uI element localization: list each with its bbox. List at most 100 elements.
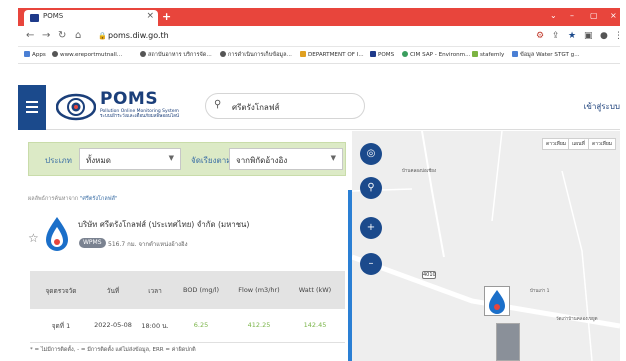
hamburger-menu-icon[interactable] (18, 85, 46, 130)
road-number-shield: 4010 (422, 271, 436, 279)
map-type-toggle-2[interactable]: แผนที่ (568, 138, 589, 150)
query-link[interactable]: "ศรีตรังโกลฟส์" (80, 196, 118, 202)
marker-logo-icon (489, 290, 505, 314)
factory-map-marker[interactable] (484, 286, 510, 316)
maximize-button[interactable]: ▢ (590, 11, 598, 20)
search-input[interactable]: ⚲ ศรีตรังโกลฟส์ (205, 93, 365, 119)
bookmark-food-institute[interactable]: สถาบันอาหาร บริการจัด... (140, 51, 212, 59)
tab-search-icon[interactable]: ⌄ (550, 11, 557, 20)
results-panel: ประเภท ทั้งหมด ▼ จัดเรียงตาม จากพิกัดอ้า… (18, 131, 352, 361)
map-search-icon[interactable]: ⚲ (360, 177, 382, 199)
extensions-icon[interactable]: ▣ (584, 31, 593, 41)
globe-icon (52, 51, 58, 57)
url-field[interactable]: poms.diw.go.th (108, 31, 169, 40)
bookmark-water[interactable]: ข้อมูล Water STGT g... (512, 51, 580, 59)
sort-select-value: จากพิกัดอ้างอิง (236, 156, 288, 165)
chevron-down-icon: ▼ (330, 154, 336, 162)
search-value: ศรีตรังโกลฟส์ (232, 103, 280, 112)
street-photo-thumbnail[interactable] (496, 323, 520, 361)
company-name[interactable]: บริษัท ศรีตรังโกลฟส์ (ประเทศไทย) จำกัด (… (78, 219, 249, 231)
poms-icon (370, 51, 376, 57)
logo-subtitle: Pollution Online Monitoring System ระบบเฝ… (100, 109, 179, 119)
translate-icon[interactable]: ⚙ (536, 31, 544, 41)
search-icon: ⚲ (214, 99, 222, 110)
cell-bod: 6.25 (193, 321, 209, 329)
cell-station: จุดที่ 1 (51, 322, 71, 330)
menu-dots-icon[interactable]: ⋮ (614, 31, 623, 41)
cim-icon (402, 51, 408, 57)
site-header: POMS Pollution Online Monitoring System ร… (18, 85, 620, 130)
zoom-out-icon[interactable]: – (360, 253, 382, 275)
chevron-down-icon: ▼ (168, 154, 174, 162)
zoom-in-icon[interactable]: + (360, 217, 382, 239)
page: { "browser": { "tab_title": "POMS", "tab… (0, 0, 626, 361)
poms-logo-icon (56, 93, 96, 121)
bookmark-department[interactable]: DEPARTMENT OF I... (300, 51, 364, 58)
table-legend-note: * = ไม่มีการติดตั้ง, - = มีการติดตั้ง แต… (30, 347, 196, 353)
sort-select[interactable]: จากพิกัดอ้างอิง ▼ (229, 148, 343, 170)
sort-label: จัดเรียงตาม (191, 156, 232, 165)
cell-flow: 412.25 (247, 321, 271, 329)
poms-favicon-icon (30, 14, 39, 22)
browser-titlebar: POMS × + ⌄ – ▢ × (18, 8, 620, 26)
address-bar: ← → ↻ ⌂ 🔒 poms.diw.go.th ⚙ ⇪ ★ ▣ ● ⋮ (18, 26, 623, 47)
map-label-village-2: บ้านเก่า 1 (530, 289, 550, 294)
map-roads (352, 131, 620, 361)
type-select-value: ทั้งหมด (86, 156, 111, 165)
col-time: เวลา (148, 287, 162, 295)
crop-margin-right (620, 0, 626, 361)
map-type-toggle-3[interactable]: ดาวเทียม (588, 138, 617, 150)
map-type-toggle-1[interactable]: ดาวเทียม (542, 138, 571, 150)
cell-time: 18:00 น. (141, 322, 169, 330)
table-header: จุดตรวจวัด วันที่ เวลา BOD (mg/l) Flow (… (30, 271, 345, 309)
bookmark-poms[interactable]: POMS (370, 51, 394, 58)
filter-bar: ประเภท ทั้งหมด ▼ จัดเรียงตาม จากพิกัดอ้า… (28, 142, 346, 176)
new-tab-button[interactable]: + (162, 10, 171, 23)
share-icon[interactable]: ⇪ (552, 31, 560, 41)
browser-tab[interactable]: POMS × (24, 10, 158, 26)
col-watt: Watt (kW) (298, 286, 332, 294)
distance-text: 516.7 กม. จากตำแหน่งอ้างอิง (108, 241, 188, 248)
profile-icon[interactable]: ● (600, 31, 608, 41)
window-close-button[interactable]: × (610, 11, 617, 20)
bookmark-apps[interactable]: Apps (24, 51, 46, 58)
forward-icon[interactable]: → (42, 30, 50, 41)
bookmark-ereport[interactable]: www.ereportmutnall... (52, 51, 122, 58)
back-icon[interactable]: ← (26, 30, 34, 41)
sheet-icon (472, 51, 478, 57)
favorite-star-icon[interactable]: ☆ (28, 231, 39, 245)
minimize-button[interactable]: – (570, 11, 574, 20)
crop-margin-left (0, 0, 18, 361)
col-bod: BOD (mg/l) (182, 286, 220, 294)
locate-target-icon[interactable]: ◎ (360, 143, 382, 165)
col-flow: Flow (m3/hr) (238, 286, 280, 294)
tab-title: POMS (43, 12, 64, 20)
map-label-village-1: บ้านคลองบ่อเชียง (402, 169, 437, 174)
cell-watt: 142.45 (303, 321, 327, 329)
table-row[interactable]: จุดที่ 1 2022-05-08 18:00 น. 6.25 412.25… (30, 309, 345, 343)
tab-close-icon[interactable]: × (146, 11, 154, 21)
map-view[interactable]: ◎ ⚲ + – ดาวเทียม แผนที่ ดาวเทียม บ้านคลอ… (352, 131, 620, 361)
login-link[interactable]: เข้าสู่ระบบ (584, 100, 620, 113)
bookmark-star-icon[interactable]: ★ (568, 31, 576, 41)
col-station: จุดตรวจวัด (45, 287, 77, 295)
lock-icon: 🔒 (98, 32, 107, 40)
department-icon (300, 51, 306, 57)
globe-icon (140, 51, 146, 57)
apps-grid-icon (24, 51, 30, 57)
bookmark-data-collection[interactable]: การดำเนินการเก็บข้อมูล... (220, 51, 292, 59)
logo-text: POMS (100, 89, 159, 109)
cell-date: 2022-05-08 (94, 321, 132, 329)
home-icon[interactable]: ⌂ (75, 30, 81, 41)
reload-icon[interactable]: ↻ (58, 30, 66, 41)
search-result-caption: ผลลัพธ์การค้นหาจาก "ศรีตรังโกลฟส์" (28, 196, 118, 202)
col-date: วันที่ (106, 287, 120, 295)
map-label-temple: วัดเก่าบ้านคลองเขยูด (556, 317, 598, 322)
type-select[interactable]: ทั้งหมด ▼ (79, 148, 181, 170)
bookmarks-bar: Apps www.ereportmutnall... สถาบันอาหาร บ… (18, 47, 620, 64)
factory-logo-icon (46, 217, 68, 251)
wpms-badge: WPMS (79, 238, 106, 248)
bookmark-stafemly[interactable]: stafemly (472, 51, 504, 58)
bookmark-cim-sap[interactable]: CIM SAP - Environm... (402, 51, 470, 58)
water-icon (512, 51, 518, 57)
